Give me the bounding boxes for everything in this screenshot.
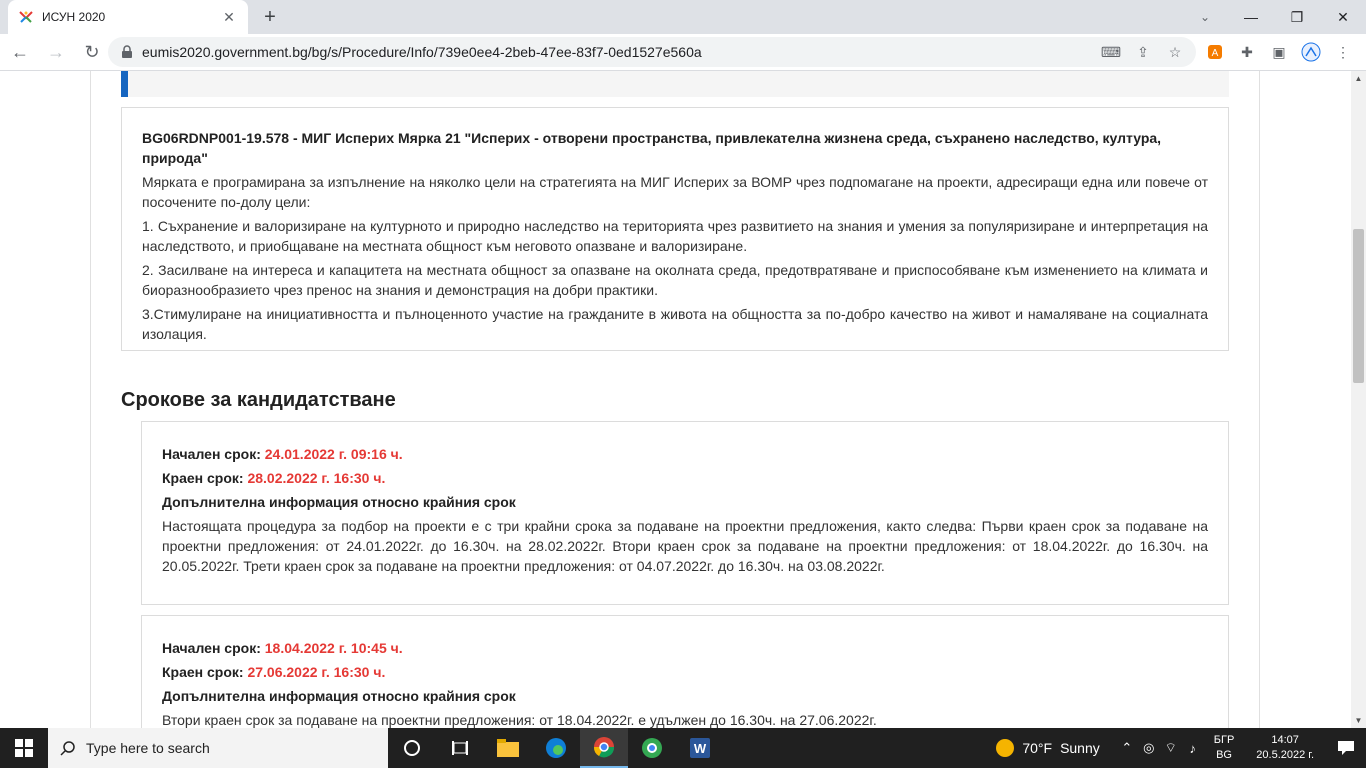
url-text[interactable]: eumis2020.government.bg/bg/s/Procedure/I… (142, 44, 1100, 60)
avast-extension-icon[interactable]: A (1202, 39, 1228, 65)
start-date-line: Начален срок: 18.04.2022 г. 10:45 ч. (162, 638, 1208, 658)
bookmark-star-icon[interactable]: ☆ (1164, 41, 1186, 63)
network-icon[interactable]: ⌔ (1160, 740, 1182, 756)
task-view-icon[interactable] (436, 728, 484, 768)
end-label: Краен срок: (162, 664, 244, 680)
translate-icon[interactable]: ⌨ (1100, 41, 1122, 63)
measure-goal-2: 2. Засилване на интереса и капацитета на… (142, 262, 1208, 298)
taskbar: Type here to search W 70°F Sunny ⌃ ◎ ⌔ ♪… (0, 728, 1366, 768)
start-label: Начален срок: (162, 640, 261, 656)
new-tab-button[interactable]: + (258, 5, 282, 29)
svg-text:A: A (1212, 48, 1219, 59)
chevron-up-icon[interactable]: ⌃ (1116, 740, 1138, 756)
measure-goal-3: 3.Стимулиране на инициативността и пълно… (142, 306, 1208, 342)
tab-title: ИСУН 2020 (42, 10, 106, 24)
info-heading: Допълнителна информация относно крайния … (162, 688, 516, 704)
volume-icon[interactable]: ♪ (1182, 741, 1204, 756)
browser-tab[interactable]: ИСУН 2020 ✕ (8, 0, 248, 34)
start-button[interactable] (0, 728, 48, 768)
chrome-menu-icon[interactable]: ⋮ (1330, 39, 1356, 65)
start-date-line: Начален срок: 24.01.2022 г. 09:16 ч. (162, 444, 1208, 464)
side-panel-icon[interactable]: ▣ (1266, 39, 1292, 65)
chrome-profile-taskbar-icon[interactable] (628, 728, 676, 768)
share-icon[interactable]: ⇪ (1132, 41, 1154, 63)
close-window-button[interactable]: ✕ (1320, 0, 1366, 34)
deadline-card: Начален срок: 24.01.2022 г. 09:16 ч. Кра… (141, 421, 1229, 605)
weather-desc: Sunny (1060, 740, 1100, 756)
word-icon[interactable]: W (676, 728, 724, 768)
measure-goal-1: 1. Съхранение и валоризиране на културно… (142, 218, 1208, 254)
lock-icon (122, 45, 132, 58)
deadline-info-text: Настоящата процедура за подбор на проект… (162, 518, 1208, 574)
start-value: 18.04.2022 г. 10:45 ч. (264, 640, 403, 656)
windows-logo-icon (15, 739, 33, 757)
profile-avatar-icon[interactable] (1298, 39, 1324, 65)
lang-bottom: BG (1216, 749, 1232, 761)
system-tray: 70°F Sunny ⌃ ◎ ⌔ ♪ БГР BG 14:07 20.5.202… (996, 728, 1366, 768)
camera-icon[interactable]: ◎ (1138, 740, 1160, 756)
info-heading: Допълнителна информация относно крайния … (162, 494, 516, 510)
tab-close-icon[interactable]: ✕ (220, 9, 238, 26)
isun-favicon-icon (19, 11, 33, 23)
extensions-area: A ✚ ▣ ⋮ (1202, 37, 1356, 67)
clock-date: 20.5.2022 г. (1256, 749, 1314, 761)
scroll-thumb[interactable] (1353, 229, 1364, 383)
end-value: 28.02.2022 г. 16:30 ч. (247, 470, 386, 486)
page-viewport: BG06RDNP001-19.578 - МИГ Исперих Мярка 2… (0, 71, 1366, 728)
scroll-up-arrow-icon[interactable]: ▲ (1351, 71, 1366, 86)
taskbar-search[interactable]: Type here to search (48, 728, 388, 768)
tab-strip: ИСУН 2020 ✕ + ⌄ — ❐ ✕ (0, 0, 1366, 34)
measure-description-box: BG06RDNP001-19.578 - МИГ Исперих Мярка 2… (121, 107, 1229, 351)
puzzle-extensions-icon[interactable]: ✚ (1234, 39, 1260, 65)
forward-button[interactable]: → (40, 36, 72, 68)
accent-header-bar (121, 71, 1229, 97)
measure-intro: Мярката е програмирана за изпълнение на … (142, 174, 1208, 210)
deadlines-heading: Срокове за кандидатстване (121, 389, 396, 411)
measure-title: BG06RDNP001-19.578 - МИГ Исперих Мярка 2… (142, 130, 1162, 166)
address-bar[interactable]: eumis2020.government.bg/bg/s/Procedure/I… (108, 37, 1196, 67)
start-value: 24.01.2022 г. 09:16 ч. (264, 446, 403, 462)
clock[interactable]: 14:07 20.5.2022 г. (1256, 733, 1314, 763)
minimize-button[interactable]: — (1228, 0, 1274, 34)
back-button[interactable]: ← (4, 36, 36, 68)
end-value: 27.06.2022 г. 16:30 ч. (247, 664, 386, 680)
end-label: Краен срок: (162, 470, 244, 486)
restore-button[interactable]: ❐ (1274, 0, 1320, 34)
search-placeholder: Type here to search (86, 740, 210, 756)
svg-text:W: W (694, 741, 707, 756)
language-indicator[interactable]: БГР BG (1214, 733, 1235, 763)
end-date-line: Краен срок: 28.02.2022 г. 16:30 ч. (162, 468, 1208, 488)
edge-browser-icon[interactable] (532, 728, 580, 768)
vertical-scrollbar[interactable]: ▲ ▼ (1351, 71, 1366, 728)
end-date-line: Краен срок: 27.06.2022 г. 16:30 ч. (162, 662, 1208, 682)
weather-temp: 70°F (1022, 740, 1053, 756)
weather-widget[interactable]: 70°F Sunny (996, 739, 1100, 757)
chrome-taskbar-icon[interactable] (580, 728, 628, 768)
deadline-card: Начален срок: 18.04.2022 г. 10:45 ч. Кра… (141, 615, 1229, 728)
scroll-down-arrow-icon[interactable]: ▼ (1351, 713, 1366, 728)
deadline-info-text: Втори краен срок за подаване на проектни… (162, 712, 877, 728)
clock-time: 14:07 (1271, 734, 1299, 746)
start-label: Начален срок: (162, 446, 261, 462)
notifications-icon[interactable] (1326, 728, 1366, 768)
lang-top: БГР (1213, 734, 1235, 746)
search-icon (60, 741, 75, 756)
tab-search-icon[interactable]: ⌄ (1192, 4, 1218, 30)
sun-icon (996, 739, 1015, 757)
cortana-icon[interactable] (388, 728, 436, 768)
browser-toolbar: ← → ↻ eumis2020.government.bg/bg/s/Proce… (0, 34, 1366, 71)
reload-button[interactable]: ↻ (76, 36, 108, 68)
window-controls: — ❐ ✕ (1228, 0, 1366, 34)
file-explorer-icon[interactable] (484, 728, 532, 768)
